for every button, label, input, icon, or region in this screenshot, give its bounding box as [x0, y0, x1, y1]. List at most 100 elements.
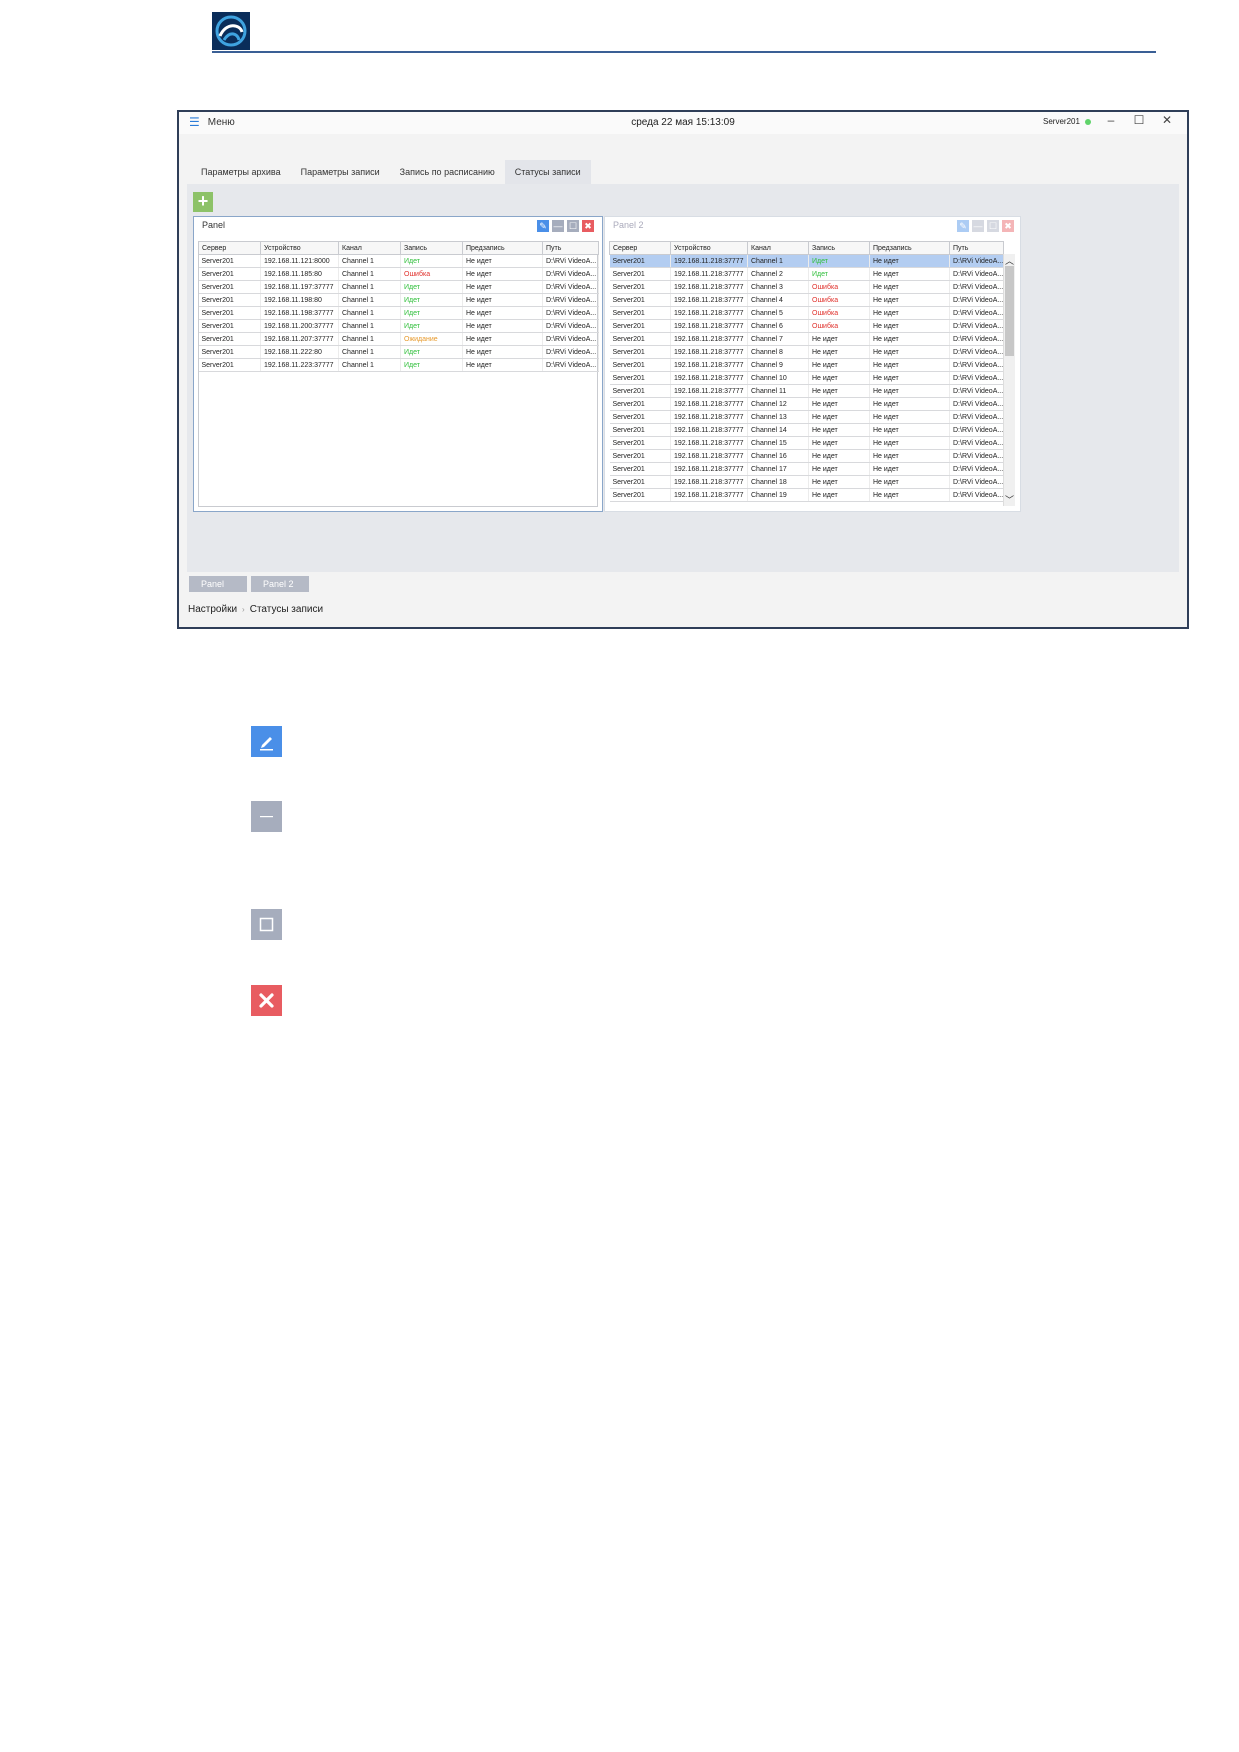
table-cell: Channel 1	[747, 254, 809, 268]
close-panel-button[interactable]: ✖	[1002, 220, 1014, 232]
table-row[interactable]: Server201 192.168.11.218:37777 Channel 7 Не…	[609, 332, 1004, 346]
menu-button[interactable]: ☰ Меню	[189, 116, 235, 128]
table-row[interactable]: Server201 192.168.11.207:37777 Channel 1 Ож…	[198, 332, 599, 346]
table-cell: Server201	[609, 423, 671, 437]
table-cell: 192.168.11.197:37777	[260, 280, 339, 294]
maximize-panel-button[interactable]: ☐	[987, 220, 999, 232]
column-header[interactable]: Устройство	[670, 241, 748, 255]
tab-record-status[interactable]: Статусы записи	[504, 160, 591, 184]
breadcrumb-root[interactable]: Настройки	[188, 604, 237, 615]
table-cell: Channel 5	[747, 306, 809, 320]
table-row[interactable]: Server201 192.168.11.218:37777 Channel 13 Н…	[609, 410, 1004, 424]
table-cell: D:\RVi VideoA...	[542, 293, 599, 307]
table-row[interactable]: Server201 192.168.11.198:80 Channel 1 Идет Н…	[198, 293, 599, 307]
table-cell: D:\RVi VideoA...	[949, 488, 1004, 502]
column-header[interactable]: Предзапись	[869, 241, 950, 255]
table-cell: D:\RVi VideoA...	[542, 306, 599, 320]
close-icon	[251, 985, 282, 1016]
table-cell: Channel 1	[338, 358, 401, 372]
table-row[interactable]: Server201 192.168.11.218:37777 Channel 5 Ош…	[609, 306, 1004, 320]
column-header[interactable]: Путь	[949, 241, 1004, 255]
table-row[interactable]: Server201 192.168.11.218:37777 Channel 18 Н…	[609, 475, 1004, 489]
table-cell: Channel 1	[338, 319, 401, 333]
window-close-button[interactable]: ✕	[1159, 113, 1175, 127]
table-row[interactable]: Server201 192.168.11.218:37777 Channel 2 Ид…	[609, 267, 1004, 281]
column-header[interactable]: Запись	[808, 241, 870, 255]
table-row[interactable]: Server201 192.168.11.200:37777 Channel 1 Ид…	[198, 319, 599, 333]
column-header[interactable]: Запись	[400, 241, 463, 255]
table-row[interactable]: Server201 192.168.11.218:37777 Channel 4 Ош…	[609, 293, 1004, 307]
panel-1: Panel ✎ — ☐ ✖ Сервер Устройство Канал Запис…	[193, 216, 603, 512]
maximize-panel-button[interactable]: ☐	[567, 220, 579, 232]
table-row[interactable]: Server201 192.168.11.218:37777 Channel 16 Н…	[609, 449, 1004, 463]
table-cell: Не идет	[808, 410, 870, 424]
table-cell: D:\RVi VideoA...	[542, 345, 599, 359]
table-row[interactable]: Server201 192.168.11.218:37777 Channel 19 Н…	[609, 488, 1004, 502]
add-panel-button[interactable]: +	[193, 192, 213, 212]
table-row[interactable]: Server201 192.168.11.218:37777 Channel 8 Не…	[609, 345, 1004, 359]
table-row[interactable]: Server201 192.168.11.218:37777 Channel 9 Не…	[609, 358, 1004, 372]
table-row[interactable]: Server201 192.168.11.218:37777 Channel 12 Н…	[609, 397, 1004, 411]
column-header[interactable]: Канал	[338, 241, 401, 255]
table-row[interactable]: Server201 192.168.11.121:8000 Channel 1 Иде…	[198, 254, 599, 268]
server-status-dot	[1084, 118, 1091, 125]
table-cell: 192.168.11.218:37777	[670, 280, 748, 294]
table-row[interactable]: Server201 192.168.11.218:37777 Channel 6 Ош…	[609, 319, 1004, 333]
table-cell: Не идет	[869, 332, 950, 346]
vertical-scrollbar[interactable]: ︿ ﹀	[1003, 254, 1015, 506]
scroll-down-icon[interactable]: ﹀	[1004, 493, 1015, 506]
panel-tab-1[interactable]: Panel	[189, 576, 247, 592]
table-row[interactable]: Server201 192.168.11.218:37777 Channel 14 Н…	[609, 423, 1004, 437]
table-cell: D:\RVi VideoA...	[949, 358, 1004, 372]
table-row[interactable]: Server201 192.168.11.218:37777 Channel 17 Н…	[609, 462, 1004, 476]
table-cell: 192.168.11.218:37777	[670, 410, 748, 424]
table-row[interactable]: Server201 192.168.11.222:80 Channel 1 Идет Н…	[198, 345, 599, 359]
table-cell: Server201	[609, 410, 671, 424]
minimize-panel-button[interactable]: —	[972, 220, 984, 232]
window-maximize-button[interactable]: ☐	[1131, 113, 1147, 127]
clock: среда 22 мая 15:13:09	[631, 117, 735, 128]
table-cell: Channel 1	[338, 267, 401, 281]
panel-title: Panel 2	[613, 220, 644, 230]
minimize-panel-button[interactable]: —	[552, 220, 564, 232]
column-header[interactable]: Устройство	[260, 241, 339, 255]
table-row[interactable]: Server201 192.168.11.198:37777 Channel 1 Ид…	[198, 306, 599, 320]
column-header[interactable]: Сервер	[198, 241, 261, 255]
tab-record-params[interactable]: Параметры записи	[291, 160, 390, 184]
column-header[interactable]: Сервер	[609, 241, 671, 255]
table-row[interactable]: Server201 192.168.11.218:37777 Channel 1 Ид…	[609, 254, 1004, 268]
table-row[interactable]: Server201 192.168.11.218:37777 Channel 10 Н…	[609, 371, 1004, 385]
table-row[interactable]: Server201 192.168.11.218:37777 Channel 15 Н…	[609, 436, 1004, 450]
table-cell: Не идет	[869, 449, 950, 463]
table-cell: Не идет	[462, 293, 543, 307]
table-row[interactable]: Server201 192.168.11.218:37777 Channel 3 Ош…	[609, 280, 1004, 294]
edit-panel-button[interactable]: ✎	[537, 220, 549, 232]
table-cell: Не идет	[808, 475, 870, 489]
column-header[interactable]: Предзапись	[462, 241, 543, 255]
table-cell: Server201	[609, 475, 671, 489]
table-cell: Channel 1	[338, 345, 401, 359]
table-cell: D:\RVi VideoA...	[949, 423, 1004, 437]
maximize-icon	[251, 909, 282, 940]
table-cell: Channel 7	[747, 332, 809, 346]
column-header[interactable]: Канал	[747, 241, 809, 255]
close-panel-button[interactable]: ✖	[582, 220, 594, 232]
edit-panel-button[interactable]: ✎	[957, 220, 969, 232]
table-row[interactable]: Server201 192.168.11.223:37777 Channel 1 Ид…	[198, 358, 599, 372]
table-row[interactable]: Server201 192.168.11.197:37777 Channel 1 Ид…	[198, 280, 599, 294]
menu-label: Меню	[207, 116, 235, 128]
table-cell: D:\RVi VideoA...	[542, 267, 599, 281]
window-minimize-button[interactable]: –	[1103, 113, 1119, 127]
scroll-thumb[interactable]	[1005, 266, 1014, 356]
breadcrumb-separator: ›	[242, 605, 245, 614]
table-cell: Ошибка	[400, 267, 463, 281]
tab-archive-params[interactable]: Параметры архива	[191, 160, 291, 184]
table-row[interactable]: Server201 192.168.11.218:37777 Channel 11 Н…	[609, 384, 1004, 398]
column-header[interactable]: Путь	[542, 241, 599, 255]
panel-tab-2[interactable]: Panel 2	[251, 576, 309, 592]
table-cell: Не идет	[869, 371, 950, 385]
table-cell: Server201	[609, 436, 671, 450]
table-cell: D:\RVi VideoA...	[949, 410, 1004, 424]
table-row[interactable]: Server201 192.168.11.185:80 Channel 1 Ошибк…	[198, 267, 599, 281]
tab-schedule[interactable]: Запись по расписанию	[390, 160, 505, 184]
